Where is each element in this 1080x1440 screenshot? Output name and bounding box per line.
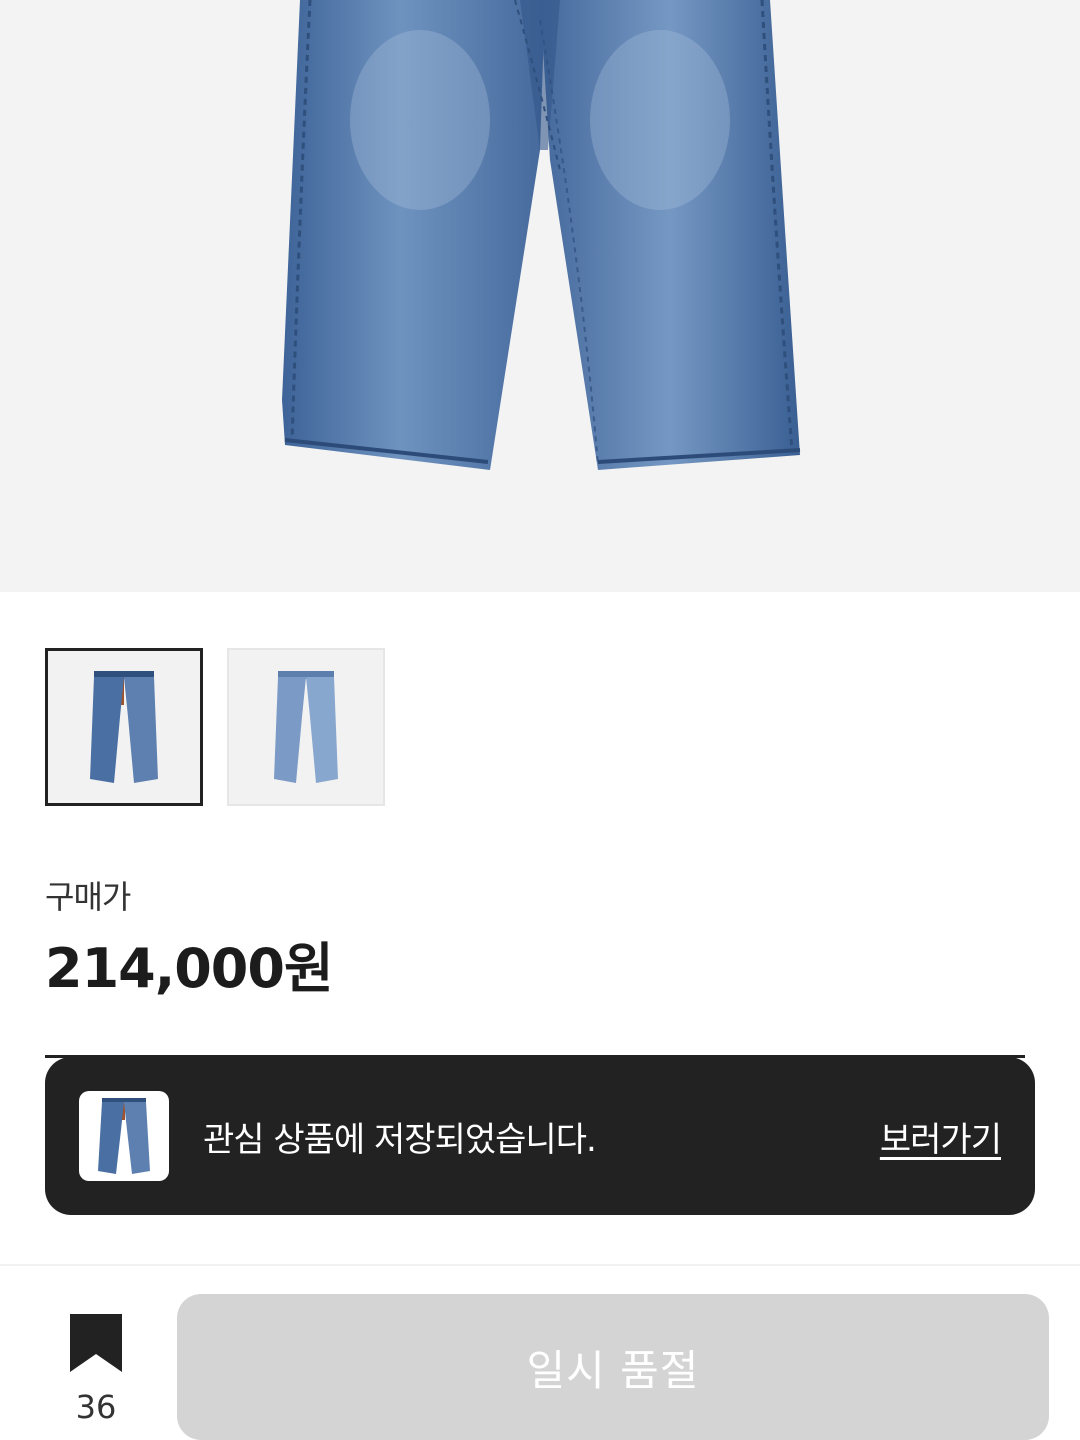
price-label: 구매가 [45, 878, 131, 916]
bottom-action-bar: 36 일시 품절 [0, 1264, 1080, 1440]
thumbnail-list [45, 648, 385, 806]
jeans-icon [98, 1098, 150, 1174]
jeans-thumbnail-icon [274, 671, 338, 783]
view-wishlist-link[interactable]: 보러가기 [880, 1112, 1002, 1161]
thumbnail-1[interactable] [45, 648, 203, 806]
jeans-illustration [282, 0, 801, 470]
bookmark-icon [70, 1314, 122, 1372]
thumbnail-2[interactable] [227, 648, 385, 806]
wishlist-toast: 관심 상품에 저장되었습니다. 보러가기 [45, 1057, 1035, 1215]
soldout-button[interactable]: 일시 품절 [177, 1294, 1049, 1440]
wishlist-button[interactable]: 36 [56, 1314, 136, 1426]
jeans-thumbnail-icon [90, 671, 158, 783]
wishlist-count: 36 [75, 1388, 117, 1426]
product-hero-image [0, 0, 1080, 592]
toast-product-image [79, 1091, 169, 1181]
toast-message: 관심 상품에 저장되었습니다. [203, 1119, 597, 1160]
price-value: 214,000원 [45, 937, 334, 1000]
